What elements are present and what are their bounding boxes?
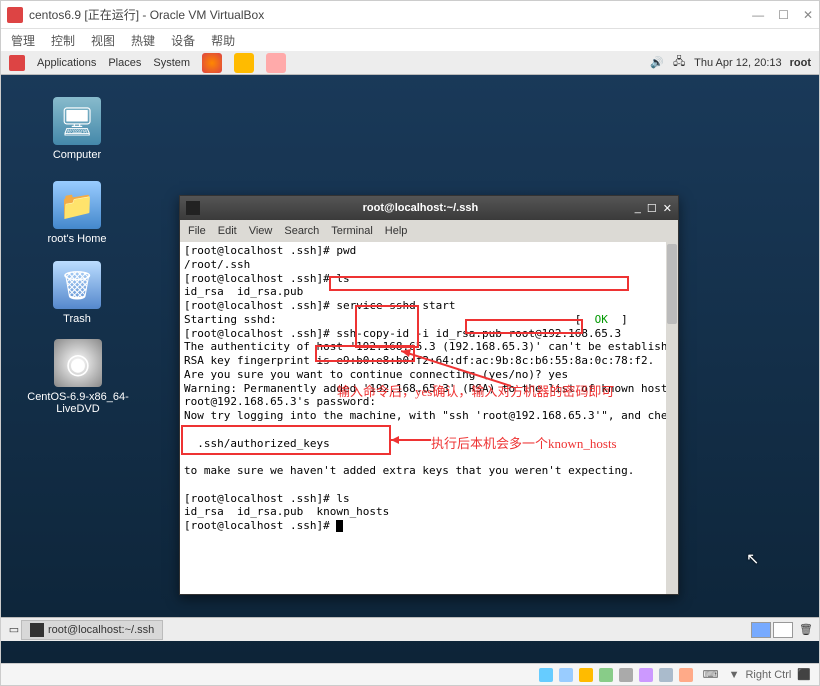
vbox-titlebar[interactable]: centos6.9 [正在运行] - Oracle VM VirtualBox … <box>1 1 819 29</box>
status-shared-folder-icon[interactable] <box>639 668 653 682</box>
host-key-indicator-icon: ⬛ <box>797 668 811 681</box>
menu-view[interactable]: 视图 <box>91 32 115 49</box>
terminal-menu-help[interactable]: Help <box>385 225 408 237</box>
terminal-minimize-button[interactable]: _ <box>635 202 641 215</box>
trash-panel-icon[interactable]: 🗑 <box>799 623 813 637</box>
annotation-box-ssh-copy-id <box>329 276 629 291</box>
workspace-1[interactable] <box>751 622 771 638</box>
workspace-2[interactable] <box>773 622 793 638</box>
desktop-icon-trash[interactable]: 🗑 Trash <box>37 261 117 325</box>
annotation-text-1: 输入命令后，yes确认，输入对方机器的密码即可 <box>337 381 614 400</box>
menu-system[interactable]: System <box>153 57 190 69</box>
guest-desktop[interactable]: Applications Places System 🔊 🖧 Thu Apr 1… <box>1 51 819 663</box>
terminal-menu-edit[interactable]: Edit <box>218 225 237 237</box>
terminal-menu-terminal[interactable]: Terminal <box>331 225 373 237</box>
mouse-cursor-icon: ↖ <box>746 549 759 569</box>
computer-icon: 🖥 <box>53 97 101 145</box>
menu-hotkey[interactable]: 热键 <box>131 32 155 49</box>
desktop-icon-livedvd[interactable]: ◉ CentOS-6.9-x86_64-LiveDVD <box>19 339 137 415</box>
desktop-icon-computer[interactable]: 🖥 Computer <box>37 97 117 161</box>
update-icon[interactable] <box>234 53 254 73</box>
annotation-box-password <box>315 345 415 362</box>
status-audio-icon[interactable] <box>579 668 593 682</box>
workspace-switcher[interactable] <box>751 622 793 638</box>
volume-icon[interactable]: 🔊 <box>650 56 664 70</box>
menu-devices[interactable]: 设备 <box>171 32 195 49</box>
terminal-menu-file[interactable]: File <box>188 225 206 237</box>
menu-help[interactable]: 帮助 <box>211 32 235 49</box>
menu-manage[interactable]: 管理 <box>11 32 35 49</box>
terminal-output[interactable]: [root@localhost .ssh]# pwd /root/.ssh [r… <box>180 242 678 594</box>
clock[interactable]: Thu Apr 12, 20:13 <box>694 57 781 69</box>
desktop-icon-label: root's Home <box>37 233 117 245</box>
close-button[interactable]: ✕ <box>803 8 813 22</box>
terminal-cursor <box>336 520 343 532</box>
desktop-icon-home[interactable]: 📁 root's Home <box>37 181 117 245</box>
virtualbox-icon <box>7 7 23 23</box>
maximize-button[interactable]: ☐ <box>778 8 789 22</box>
desktop-icon-label: CentOS-6.9-x86_64-LiveDVD <box>19 391 137 415</box>
task-label: root@localhost:~/.ssh <box>48 624 154 636</box>
network-icon[interactable]: 🖧 <box>672 56 686 70</box>
vbox-statusbar: ⌨ ▼ Right Ctrl ⬛ <box>1 663 819 685</box>
desktop-icon-label: Trash <box>37 313 117 325</box>
status-display-icon[interactable] <box>659 668 673 682</box>
status-recording-icon[interactable] <box>679 668 693 682</box>
terminal-maximize-button[interactable]: ☐ <box>647 202 657 215</box>
trash-icon: 🗑 <box>53 261 101 309</box>
status-network-icon[interactable] <box>599 668 613 682</box>
host-key-label: Right Ctrl <box>745 669 791 681</box>
gnome-bottom-panel: ▭ root@localhost:~/.ssh 🗑 <box>1 617 819 641</box>
terminal-menu-view[interactable]: View <box>249 225 273 237</box>
gnome-top-panel: Applications Places System 🔊 🖧 Thu Apr 1… <box>1 51 819 75</box>
home-folder-icon: 📁 <box>53 181 101 229</box>
task-terminal-icon <box>30 623 44 637</box>
menu-places[interactable]: Places <box>108 57 141 69</box>
menu-applications[interactable]: Applications <box>37 57 96 69</box>
minimize-button[interactable]: — <box>752 8 764 22</box>
cd-icon: ◉ <box>54 339 102 387</box>
terminal-title: root@localhost:~/.ssh <box>206 202 635 214</box>
annotation-text-2: 执行后本机会多一个known_hosts <box>431 433 617 452</box>
terminal-titlebar[interactable]: root@localhost:~/.ssh _ ☐ ✕ <box>180 196 678 220</box>
terminal-close-button[interactable]: ✕ <box>663 202 672 215</box>
terminal-icon <box>186 201 200 215</box>
annotation-box-yes <box>465 319 583 334</box>
vbox-window-title: centos6.9 [正在运行] - Oracle VM VirtualBox <box>29 6 752 23</box>
annotation-box-fingerprint <box>355 305 419 348</box>
firefox-icon[interactable] <box>202 53 222 73</box>
menu-control[interactable]: 控制 <box>51 32 75 49</box>
terminal-menubar: File Edit View Search Terminal Help <box>180 220 678 242</box>
show-desktop-icon[interactable]: ▭ <box>7 623 21 637</box>
terminal-scrollbar[interactable] <box>666 242 678 594</box>
taskbar-button-terminal[interactable]: root@localhost:~/.ssh <box>21 620 163 640</box>
notifier-icon[interactable] <box>266 53 286 73</box>
scrollbar-thumb[interactable] <box>667 244 677 324</box>
status-disk-icon[interactable] <box>539 668 553 682</box>
virtualbox-window: centos6.9 [正在运行] - Oracle VM VirtualBox … <box>0 0 820 686</box>
status-optical-icon[interactable] <box>559 668 573 682</box>
annotation-box-ls-result <box>181 425 391 455</box>
desktop-icon-label: Computer <box>37 149 117 161</box>
system-logo-icon <box>9 55 25 71</box>
status-usb-icon[interactable] <box>619 668 633 682</box>
user-menu[interactable]: root <box>790 57 811 69</box>
vbox-menubar: 管理 控制 视图 热键 设备 帮助 <box>1 29 819 51</box>
terminal-menu-search[interactable]: Search <box>284 225 319 237</box>
